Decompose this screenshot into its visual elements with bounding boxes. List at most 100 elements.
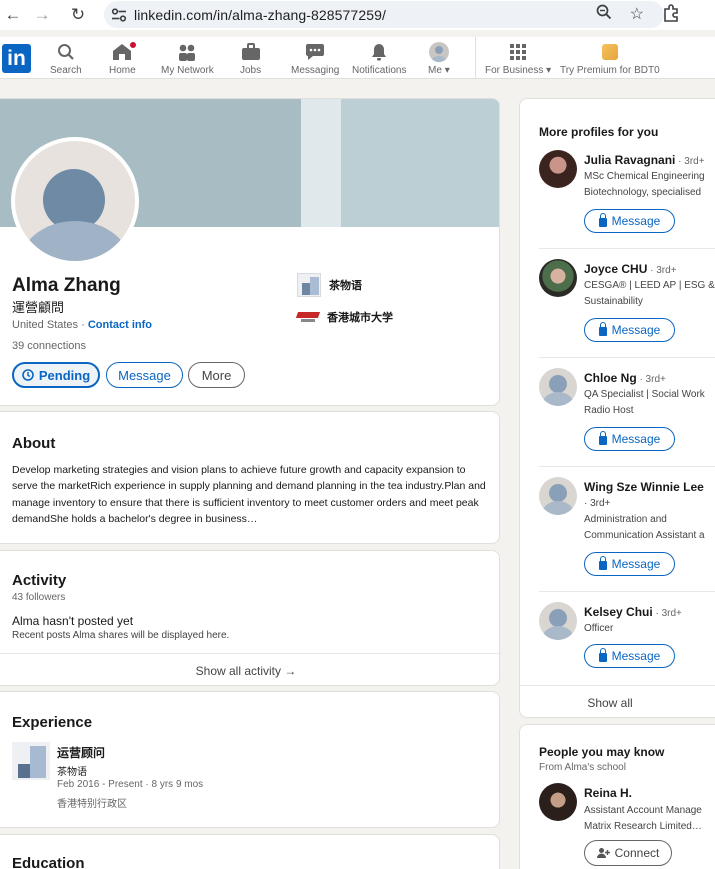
lock-icon — [598, 431, 607, 445]
connections-count: 39 connections — [12, 340, 86, 352]
nav-for-business[interactable]: For Business ▾ — [485, 41, 551, 76]
nav-me[interactable]: Me ▾ — [428, 41, 450, 76]
more-profiles-title: More profiles for you — [539, 125, 659, 139]
pymk-name[interactable]: Reina H. — [584, 786, 632, 800]
experience-section: Experience 运营顾问 茶物语 Feb 2016 - Present ·… — [0, 691, 500, 828]
nav-home[interactable]: Home — [109, 40, 139, 76]
about-text: Develop marketing strategies and vision … — [12, 464, 486, 525]
site-settings-icon[interactable] — [104, 7, 134, 22]
profile-photo[interactable] — [11, 137, 139, 265]
school-logo — [295, 310, 321, 324]
suggestion-name-text: Chloe Ng — [584, 371, 637, 385]
me-avatar-wrap — [428, 41, 449, 63]
avatar[interactable] — [539, 368, 577, 406]
business-label-text: For Business — [485, 65, 544, 76]
message-button[interactable]: Message — [584, 427, 675, 451]
show-all-activity-link[interactable]: Show all activity → — [0, 653, 499, 685]
company-logo — [297, 273, 321, 297]
nav-label-me: Me ▾ — [428, 65, 450, 76]
avatar[interactable] — [539, 783, 577, 821]
clock-icon — [22, 369, 34, 381]
notification-badge — [128, 40, 139, 50]
about-section: About Develop marketing strategies and v… — [0, 411, 500, 544]
suggestion-headline: CESGA® | LEED AP | ESG & — [584, 280, 715, 291]
message-label: Message — [611, 214, 661, 228]
briefcase-icon — [241, 41, 261, 63]
nav-jobs[interactable]: Jobs — [240, 41, 261, 76]
nav-messaging[interactable]: Messaging — [291, 41, 339, 76]
suggestion-headline: Administration and — [584, 514, 667, 525]
connection-degree: · 3rd+ — [584, 498, 611, 509]
suggestion-name[interactable]: Wing Sze Winnie Lee — [584, 480, 704, 494]
search-icon — [57, 41, 75, 63]
reload-icon[interactable]: ↻ — [65, 2, 91, 28]
forward-arrow-icon[interactable]: → — [29, 2, 55, 28]
nav-search[interactable]: Search — [50, 41, 82, 76]
suggestion-name-text: Joyce CHU — [584, 262, 648, 276]
nav-notifications[interactable]: Notifications — [352, 41, 406, 76]
profile-headline: 運營顧問 — [12, 300, 65, 315]
location-text: United States · — [12, 319, 88, 331]
zoom-icon[interactable] — [596, 4, 612, 25]
linkedin-logo[interactable]: in — [2, 44, 31, 73]
message-button[interactable]: Message — [584, 209, 675, 233]
experience-role: 运营顾问 — [57, 746, 106, 760]
nav-label-network: My Network — [161, 65, 214, 76]
extensions-icon[interactable] — [662, 4, 680, 27]
current-company-name: 茶物语 — [329, 280, 362, 292]
avatar[interactable] — [539, 602, 577, 640]
suggestion-name[interactable]: Kelsey Chui · 3rd+ — [584, 605, 682, 619]
avatar-icon — [428, 42, 449, 62]
connection-degree: · 3rd+ — [647, 265, 677, 276]
avatar[interactable] — [539, 150, 577, 188]
me-label-text: Me — [428, 65, 442, 76]
suggestion-name[interactable]: Joyce CHU · 3rd+ — [584, 262, 677, 276]
message-button[interactable]: Message — [584, 318, 675, 342]
suggestion-name[interactable]: Julia Ravagnani · 3rd+ — [584, 153, 705, 167]
suggestion-headline-2: Communication Assistant a — [584, 530, 705, 541]
nav-label-messaging: Messaging — [291, 65, 340, 76]
profile-top-card: Alma Zhang 運營顧問 United States · Contact … — [0, 98, 500, 406]
avatar[interactable] — [539, 477, 577, 515]
message-label: Message — [611, 323, 661, 337]
avatar[interactable] — [539, 259, 577, 297]
back-arrow-icon[interactable]: ← — [0, 2, 26, 28]
current-company[interactable]: 茶物语 — [297, 273, 362, 297]
lock-icon — [598, 213, 607, 227]
more-button[interactable]: More — [188, 362, 245, 388]
chevron-down-icon: ▾ — [546, 65, 552, 76]
nav-label-business: For Business ▾ — [485, 65, 551, 76]
add-person-icon — [596, 847, 610, 859]
message-button[interactable]: Message — [584, 644, 675, 668]
experience-company: 茶物语 — [57, 767, 87, 778]
activity-section: Activity 43 followers Alma hasn't posted… — [0, 550, 500, 686]
browser-toolbar: ← → ↻ linkedin.com/in/alma-zhang-8285772… — [0, 0, 715, 30]
bookmark-star-icon[interactable]: ☆ — [630, 4, 644, 25]
suggestion-name[interactable]: Chloe Ng · 3rd+ — [584, 371, 666, 385]
message-label: Message — [611, 649, 661, 663]
suggestion-headline-2: Radio Host — [584, 405, 634, 416]
contact-info-link[interactable]: Contact info — [88, 319, 152, 331]
nav-my-network[interactable]: My Network — [161, 41, 214, 76]
connection-degree: · 3rd+ — [675, 156, 705, 167]
show-all-profiles-button[interactable]: Show all — [520, 685, 715, 717]
suggestion-headline-2: Sustainability — [584, 296, 643, 307]
chevron-down-icon: ▾ — [444, 65, 450, 76]
experience-company-logo[interactable] — [12, 742, 50, 780]
premium-icon — [601, 44, 618, 60]
pending-label: Pending — [38, 367, 91, 383]
address-bar[interactable]: linkedin.com/in/alma-zhang-828577259/ ☆ — [104, 1, 664, 28]
nav-label-search: Search — [50, 65, 82, 76]
more-profiles-panel: More profiles for you Julia Ravagnani · … — [519, 98, 715, 718]
education-school[interactable]: 香港城市大学 — [295, 309, 393, 325]
premium-icon-wrap — [601, 41, 618, 63]
nav-premium[interactable]: Try Premium for BDT0 — [560, 41, 660, 76]
nav-label-notifications: Notifications — [352, 65, 407, 76]
message-button[interactable]: Message — [106, 362, 183, 388]
pymk-subtitle: From Alma's school — [539, 762, 626, 773]
message-button[interactable]: Message — [584, 552, 675, 576]
divider — [539, 591, 715, 592]
activity-empty-title: Alma hasn't posted yet — [12, 614, 134, 628]
pending-button[interactable]: Pending — [12, 362, 100, 388]
connect-button[interactable]: Connect — [584, 840, 672, 866]
